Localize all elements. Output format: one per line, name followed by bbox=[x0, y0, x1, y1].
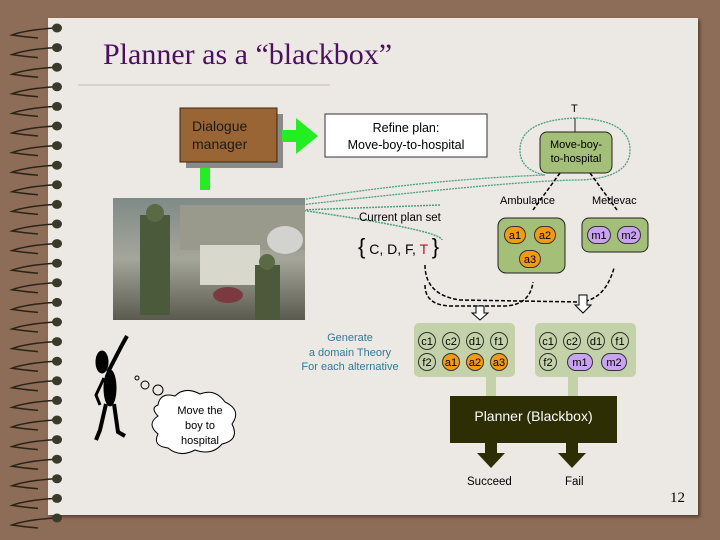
stick-figure bbox=[94, 335, 129, 441]
goal-line1: Move-boy- bbox=[550, 139, 602, 151]
domain-node: m2 bbox=[601, 353, 627, 371]
succeed-arrow-icon bbox=[477, 443, 505, 468]
generate-line1: Generate bbox=[327, 332, 373, 344]
domain-node: a3 bbox=[490, 353, 508, 371]
medevac-action-node: m1 bbox=[587, 226, 611, 244]
plan-set: { C, D, F, T } bbox=[358, 234, 439, 260]
domain-node: f1 bbox=[611, 332, 629, 350]
refine-line1: Refine plan: bbox=[372, 121, 440, 135]
domain-node: m1 bbox=[567, 353, 593, 371]
domain-node: d1 bbox=[466, 332, 484, 350]
planner-label: Planner (Blackbox) bbox=[474, 408, 593, 424]
thought-line2: boy to bbox=[185, 420, 215, 432]
fail-label: Fail bbox=[565, 476, 584, 488]
goal-T-label: T bbox=[571, 103, 578, 115]
domain-node: c2 bbox=[442, 332, 460, 350]
domain-node: f1 bbox=[490, 332, 508, 350]
ambulance-label: Ambulance bbox=[500, 195, 556, 207]
medevac-label: Medevac bbox=[592, 195, 637, 207]
domain-node: a1 bbox=[442, 353, 460, 371]
dialogue-line2: manager bbox=[192, 136, 248, 152]
domain-node: c1 bbox=[539, 332, 557, 350]
thought-line1: Move the bbox=[177, 405, 223, 417]
goal-line2: to-hospital bbox=[550, 153, 602, 165]
domain-node: f2 bbox=[539, 353, 557, 371]
green-arrow-icon bbox=[282, 118, 318, 154]
ambulance-action-node: a1 bbox=[504, 226, 526, 244]
dialogue-line1: Dialogue bbox=[192, 118, 248, 134]
refine-line2: Move-boy-to-hospital bbox=[347, 138, 465, 152]
generate-line3: For each alternative bbox=[301, 361, 399, 373]
domain-node: d1 bbox=[587, 332, 605, 350]
domain-node: a2 bbox=[466, 353, 484, 371]
scene-photo bbox=[113, 198, 305, 320]
fail-arrow-icon bbox=[558, 443, 586, 468]
ambulance-action-node: a2 bbox=[534, 226, 556, 244]
domain-node: f2 bbox=[418, 353, 436, 371]
dialogue-manager: Dialogue manager bbox=[180, 117, 277, 153]
refine-plan-text: Refine plan: Move-boy-to-hospital bbox=[325, 120, 487, 154]
domain-node: c1 bbox=[418, 332, 436, 350]
brace-close: } bbox=[431, 234, 440, 259]
plan-set-label: Current plan set bbox=[359, 212, 441, 224]
plan-set-items: C, D, F, bbox=[369, 241, 416, 257]
plan-set-T: T bbox=[419, 241, 428, 257]
thought-line3: hospital bbox=[181, 435, 219, 447]
thought-text: Move the boy to hospital bbox=[162, 404, 238, 449]
domain-node: c2 bbox=[563, 332, 581, 350]
goal-node-text: Move-boy- to-hospital bbox=[540, 138, 612, 166]
page-number: 12 bbox=[670, 490, 685, 506]
medevac-action-node: m2 bbox=[617, 226, 641, 244]
generate-line2: a domain Theory bbox=[308, 346, 392, 359]
diagram-graphics bbox=[78, 84, 649, 468]
ambulance-action-node: a3 bbox=[519, 250, 541, 268]
succeed-label: Succeed bbox=[467, 476, 512, 488]
brace-open: { bbox=[358, 234, 366, 259]
generate-text: Generate a domain Theory For each altern… bbox=[290, 331, 410, 375]
